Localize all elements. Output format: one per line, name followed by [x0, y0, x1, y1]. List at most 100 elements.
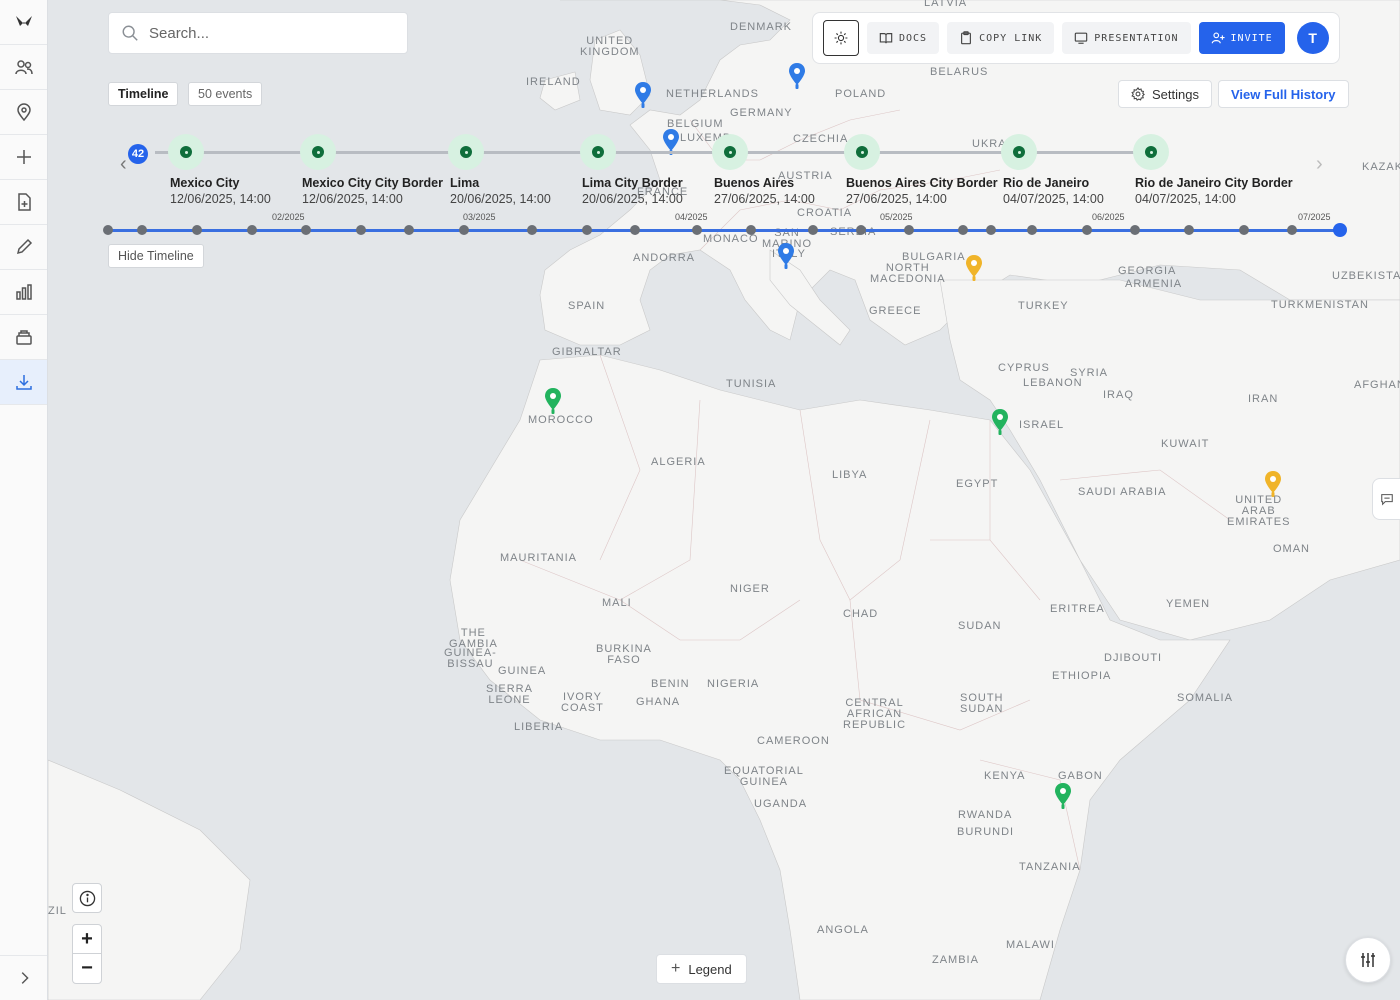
bar-chart-icon[interactable] — [0, 270, 47, 315]
country-label: UZBEKISTA — [1332, 270, 1400, 282]
layers-icon[interactable] — [0, 315, 47, 360]
map-basemap — [48, 0, 1400, 1000]
country-label: LIBERIA — [514, 721, 564, 733]
hide-timeline-button[interactable]: Hide Timeline — [108, 244, 204, 268]
country-label: CHAD — [843, 608, 879, 620]
country-label: SIERRA LEONE — [486, 683, 533, 706]
blue-map-pin-icon[interactable] — [662, 129, 680, 155]
country-label: GHANA — [636, 696, 681, 708]
settings-button[interactable]: Settings — [1118, 80, 1212, 108]
country-label: SPAIN — [568, 300, 606, 312]
country-label: LUXEMB — [680, 132, 732, 144]
country-label: UNITED KINGDOM — [580, 35, 640, 58]
sun-icon — [834, 31, 848, 45]
zoom-control: + − — [72, 924, 102, 984]
docs-label: DOCS — [899, 32, 928, 44]
docs-button[interactable]: DOCS — [867, 22, 940, 54]
country-label: ZAMBIA — [932, 954, 979, 966]
view-full-history-button[interactable]: View Full History — [1218, 80, 1349, 108]
country-label: GUINEA — [498, 665, 547, 677]
country-label: GUINEA- BISSAU — [444, 647, 497, 670]
yellow-map-pin-icon[interactable] — [965, 255, 983, 281]
country-label: KUWAIT — [1161, 438, 1210, 450]
search-icon — [122, 25, 138, 41]
country-label: AFGHAN — [1354, 379, 1400, 391]
country-label: MAURITANIA — [500, 552, 578, 564]
country-label: AUSTRIA — [778, 170, 833, 182]
country-label: SOUTH SUDAN — [960, 692, 1004, 715]
country-label: CAMEROON — [757, 735, 830, 747]
green-map-pin-icon[interactable] — [1054, 783, 1072, 809]
plus-icon[interactable] — [0, 135, 47, 180]
presentation-button[interactable]: PRESENTATION — [1062, 22, 1191, 54]
country-label: BELARUS — [930, 66, 989, 78]
top-toolbar: DOCS COPY LINK PRESENTATION INVITE T — [812, 12, 1340, 64]
pencil-icon[interactable] — [0, 225, 47, 270]
country-label: CZECHIA — [793, 133, 849, 145]
invite-button[interactable]: INVITE — [1198, 22, 1285, 54]
country-label: GABON — [1058, 770, 1103, 782]
expand-sidebar-chevron-icon[interactable] — [0, 955, 47, 1000]
info-icon — [79, 890, 95, 906]
blue-map-pin-icon[interactable] — [788, 63, 806, 89]
country-label: SAUDI ARABIA — [1078, 486, 1167, 498]
blue-map-pin-icon[interactable] — [634, 82, 652, 108]
download-icon[interactable] — [0, 360, 47, 405]
country-label: ALGERIA — [651, 456, 706, 468]
search-input[interactable] — [149, 24, 389, 42]
country-label: TUNISIA — [726, 378, 777, 390]
info-button[interactable] — [72, 883, 102, 913]
country-label: YEMEN — [1166, 598, 1211, 610]
legend-button[interactable]: + Legend — [656, 954, 747, 984]
country-label: TURKMENISTAN — [1271, 299, 1369, 311]
invite-label: INVITE — [1230, 32, 1273, 44]
green-map-pin-icon[interactable] — [544, 388, 562, 414]
chat-bubble-icon — [1380, 494, 1393, 506]
country-label: TURKEY — [1018, 300, 1069, 312]
country-label: CROATIA — [797, 207, 853, 219]
map-canvas[interactable] — [48, 0, 1400, 1000]
country-label: DENMARK — [730, 21, 793, 33]
clipboard-icon — [961, 31, 972, 45]
country-label: TANZANIA — [1019, 861, 1081, 873]
country-label: IRAQ — [1103, 389, 1134, 401]
comments-button[interactable] — [1372, 478, 1400, 520]
country-label: IRELAND — [526, 76, 581, 88]
add-document-icon[interactable] — [0, 180, 47, 225]
zoom-in-button[interactable]: + — [73, 925, 101, 954]
green-map-pin-icon[interactable] — [991, 409, 1009, 435]
zoom-out-button[interactable]: − — [73, 954, 101, 983]
plus-icon: + — [671, 960, 681, 977]
yellow-map-pin-icon[interactable] — [1264, 471, 1282, 497]
country-label: CENTRAL AFRICAN REPUBLIC — [843, 697, 907, 731]
users-icon[interactable] — [0, 45, 47, 90]
copy-link-button[interactable]: COPY LINK — [947, 22, 1055, 54]
left-sidebar — [0, 0, 48, 1000]
country-label: ARMENIA — [1125, 278, 1183, 290]
country-label: LEBANON — [1023, 377, 1083, 389]
filters-button[interactable] — [1345, 937, 1391, 983]
events-count-badge: 50 events — [188, 82, 263, 106]
country-label: CYPRUS — [998, 362, 1050, 374]
sliders-icon — [1361, 953, 1375, 967]
user-avatar[interactable]: T — [1296, 22, 1329, 54]
search-box[interactable] — [108, 12, 408, 54]
country-label: BURKINA FASO — [596, 643, 652, 666]
country-label: ANDORRA — [633, 252, 696, 264]
app-root: LATVIA DENMARK UNITED KINGDOM BELARUS IRELAND… — [0, 0, 1400, 1000]
country-label: POLAND — [835, 88, 887, 100]
country-label: GIBRALTAR — [552, 346, 622, 358]
theme-toggle-button[interactable] — [823, 20, 859, 56]
settings-label: Settings — [1152, 86, 1199, 102]
location-pin-icon[interactable] — [0, 90, 47, 135]
timeline-tab[interactable]: Timeline — [108, 82, 179, 106]
monitor-icon — [1075, 32, 1088, 44]
logo-icon[interactable] — [0, 0, 47, 45]
legend-label: Legend — [688, 961, 732, 977]
blue-map-pin-icon[interactable] — [777, 243, 795, 269]
gear-icon — [1131, 87, 1145, 101]
country-label: NIGER — [730, 583, 770, 595]
country-label: ZIL — [48, 905, 67, 917]
country-label: SUDAN — [958, 620, 1002, 632]
presentation-label: PRESENTATION — [1094, 32, 1179, 44]
